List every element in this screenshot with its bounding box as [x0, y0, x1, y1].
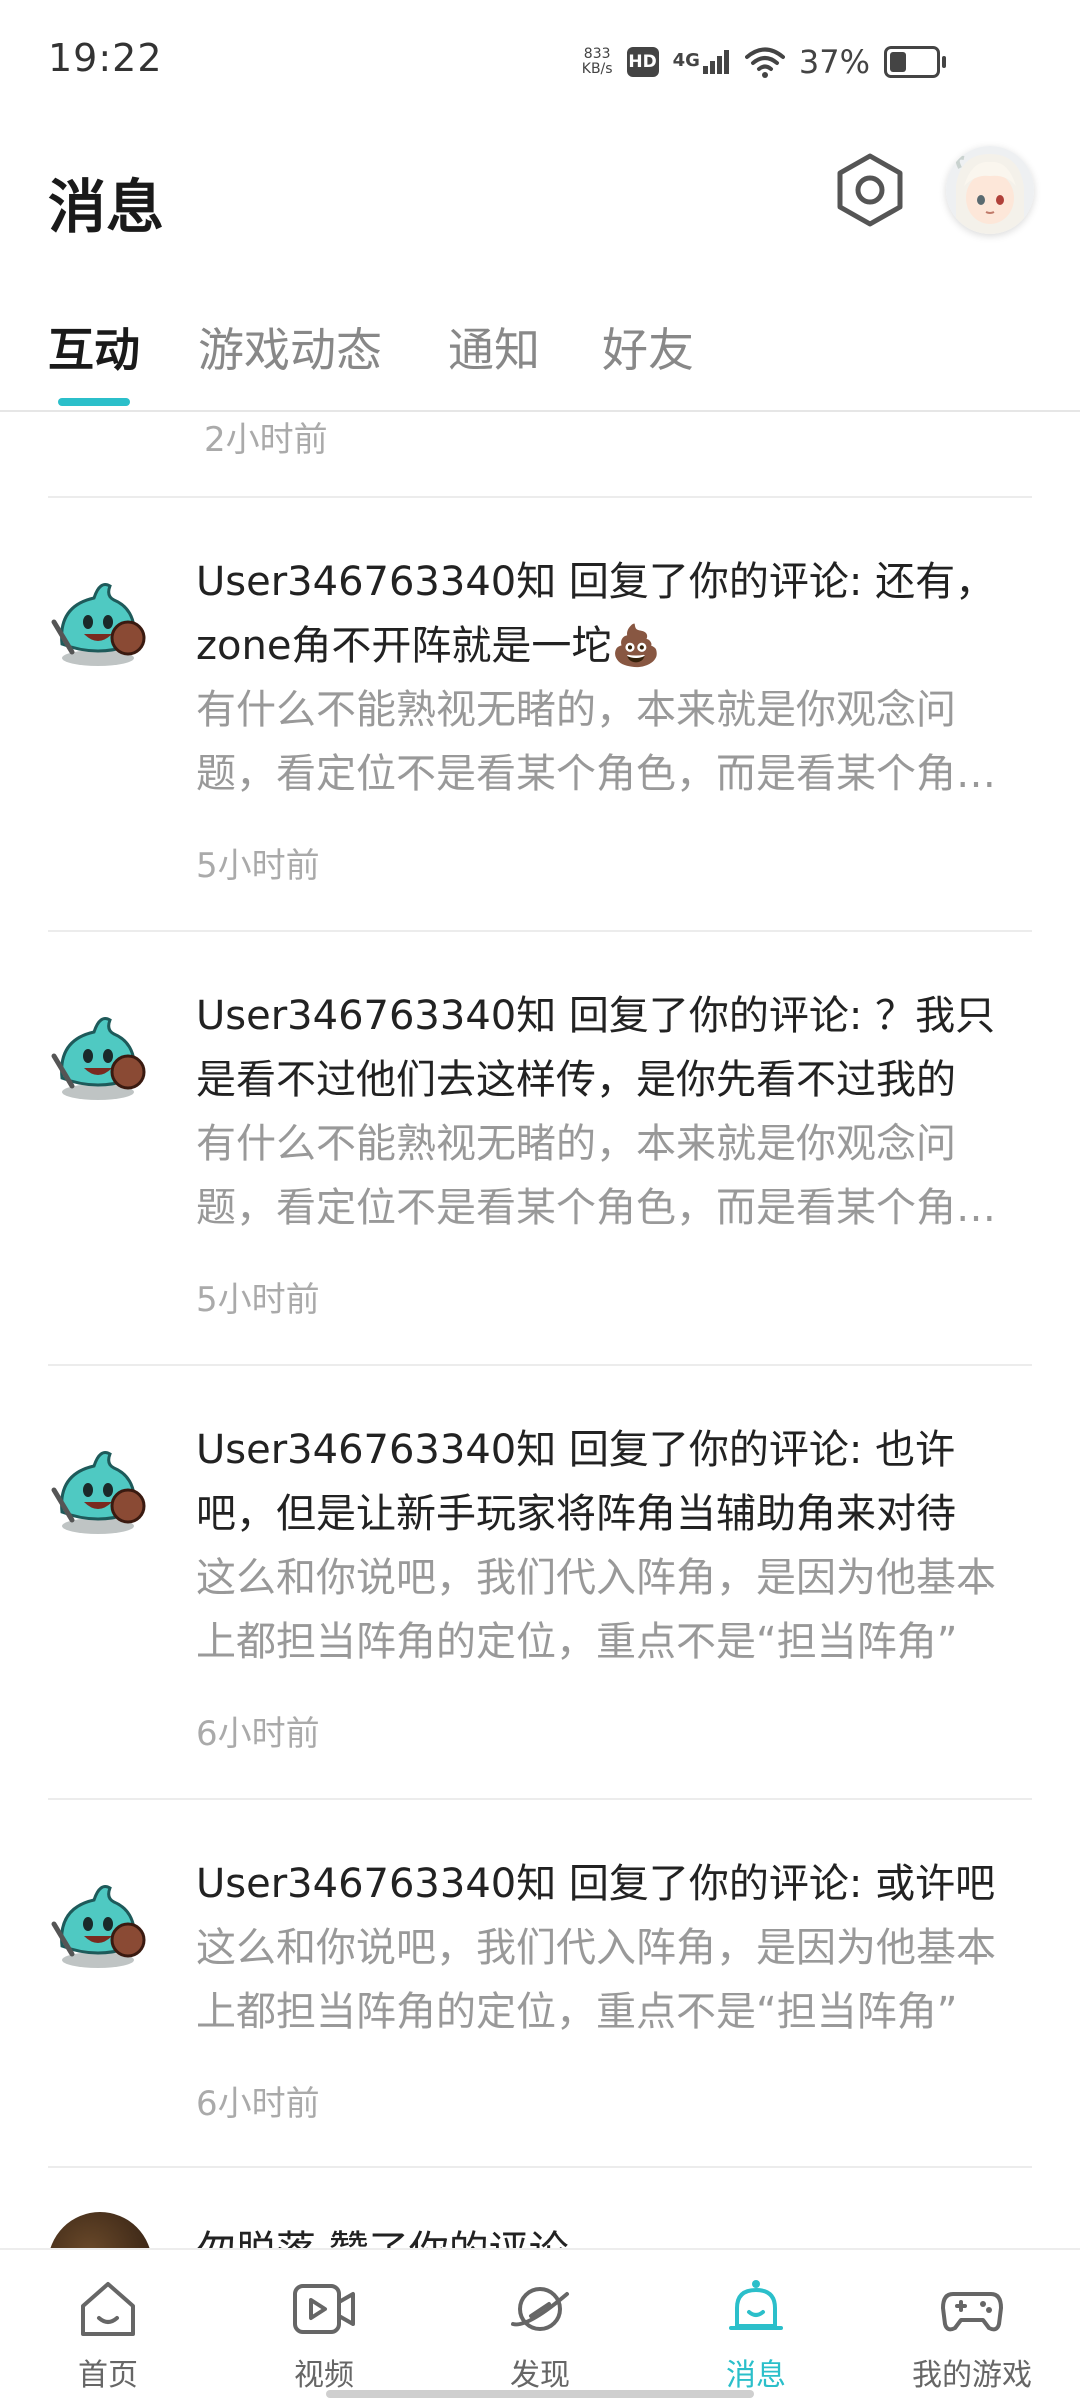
bottom-navigation: 首页 视频 发现 消息 我的游戏 — [0, 2248, 1080, 2408]
list-divider — [48, 2166, 1032, 2168]
discover-planet-icon — [511, 2287, 569, 2331]
tab-interaction[interactable]: 互动 — [48, 314, 140, 380]
quoted-comment: 有什么不能熟视无睹的，本来就是你观念问题，看定位不是看某个角色，而是看某个角色的… — [196, 1121, 996, 1231]
bell-icon — [729, 2280, 783, 2330]
message-time: 6小时前 — [196, 2084, 320, 2124]
video-icon — [293, 2284, 355, 2334]
tab-game-updates[interactable]: 游戏动态 — [198, 314, 382, 380]
net-speed-unit: KB/s — [581, 61, 613, 77]
nav-label: 消息 — [726, 2358, 786, 2393]
message-title: User346763340知 回复了你的评论: 还有，zone角不开阵就是一坨💩 — [196, 559, 996, 669]
nav-label: 我的游戏 — [912, 2358, 1032, 2393]
slime-avatar-icon — [51, 583, 146, 666]
status-bar: 19:22 833 KB/s HD 4G 37% — [0, 0, 1080, 120]
home-indicator[interactable] — [326, 2390, 754, 2398]
status-time: 19:22 — [48, 36, 163, 80]
list-item[interactable]: User346763340知 回复了你的评论: 也许吧，但是让新手玩家将阵角当辅… — [0, 1366, 1080, 1798]
quoted-comment: 有什么不能熟视无睹的，本来就是你观念问题，看定位不是看某个角色，而是看某个角色的… — [196, 687, 996, 797]
signal-4g-icon: 4G — [673, 50, 731, 74]
message-title: User346763340知 回复了你的评论: ？我只是看不过他们去这样传，是你… — [196, 993, 996, 1103]
message-tabs: 互动 游戏动态 通知 好友 — [0, 300, 1080, 412]
message-time: 6小时前 — [196, 1714, 320, 1754]
message-time: 5小时前 — [196, 1280, 320, 1320]
status-indicators: 833 KB/s HD 4G 37% — [582, 40, 946, 84]
message-time: 5小时前 — [196, 846, 320, 886]
user-avatar[interactable] — [946, 146, 1034, 234]
anime-avatar-image — [946, 146, 1034, 234]
message-title: User346763340知 回复了你的评论: 也许吧，但是让新手玩家将阵角当辅… — [196, 1427, 956, 1537]
tab-notifications[interactable]: 通知 — [448, 314, 540, 380]
active-tab-indicator — [58, 398, 130, 406]
battery-level-fill — [890, 52, 906, 72]
nav-discover[interactable]: 发现 — [432, 2250, 648, 2400]
avatar[interactable] — [48, 2212, 152, 2248]
slime-avatar-icon — [51, 1451, 146, 1534]
battery-icon — [884, 46, 946, 78]
nav-my-games[interactable]: 我的游戏 — [864, 2250, 1080, 2400]
nav-home[interactable]: 首页 — [0, 2250, 216, 2400]
nav-video[interactable]: 视频 — [216, 2250, 432, 2400]
nav-label: 首页 — [78, 2358, 138, 2393]
slime-avatar-icon — [51, 1885, 146, 1968]
interaction-message-list[interactable]: 2小时前 User346763340知 回复了你的评论: 还有，zone角不开阵… — [0, 412, 1080, 2248]
list-item[interactable]: User346763340知 回复了你的评论: 还有，zone角不开阵就是一坨💩… — [0, 498, 1080, 930]
hd-icon: HD — [626, 47, 659, 77]
messages-page: 19:22 833 KB/s HD 4G 37% 消息 互动 游戏动态 通知 好… — [0, 0, 1080, 2408]
battery-percent: 37% — [798, 43, 870, 81]
quoted-comment: 这么和你说吧，我们代入阵角，是因为他基本上都担当阵角的定位，重点不是“担当阵角” — [196, 1925, 996, 2035]
settings-button[interactable] — [830, 150, 910, 230]
nav-label: 视频 — [294, 2358, 354, 2393]
list-item[interactable]: User346763340知 回复了你的评论: ？我只是看不过他们去这样传，是你… — [0, 932, 1080, 1364]
gamepad-icon — [941, 2292, 1003, 2332]
message-time: 2小时前 — [204, 420, 328, 460]
message-title: 勿脱落 赞了你的评论 — [196, 2218, 569, 2248]
page-title: 消息 — [48, 173, 165, 241]
avatar[interactable] — [48, 1434, 152, 1538]
tab-friends[interactable]: 好友 — [602, 314, 694, 380]
nav-label: 发现 — [510, 2358, 570, 2393]
list-item[interactable]: User346763340知 回复了你的评论: 或许吧 这么和你说吧，我们代入阵… — [0, 1800, 1080, 2170]
net-speed-value: 833 — [583, 46, 611, 62]
message-title: User346763340知 回复了你的评论: 或许吧 — [196, 1861, 996, 1907]
page-header: 消息 — [0, 130, 1080, 260]
slime-avatar-icon — [51, 1017, 146, 1100]
network-type: 4G — [672, 50, 700, 71]
wifi-icon — [744, 47, 785, 78]
home-icon — [81, 2282, 135, 2336]
avatar[interactable] — [48, 1000, 152, 1104]
avatar[interactable] — [48, 566, 152, 670]
quoted-comment: 这么和你说吧，我们代入阵角，是因为他基本上都担当阵角的定位，重点不是“担当阵角” — [196, 1555, 996, 1665]
gear-icon — [837, 153, 903, 227]
nav-messages[interactable]: 消息 — [648, 2250, 864, 2400]
avatar[interactable] — [48, 1868, 152, 1972]
net-speed: 833 KB/s — [582, 47, 613, 77]
